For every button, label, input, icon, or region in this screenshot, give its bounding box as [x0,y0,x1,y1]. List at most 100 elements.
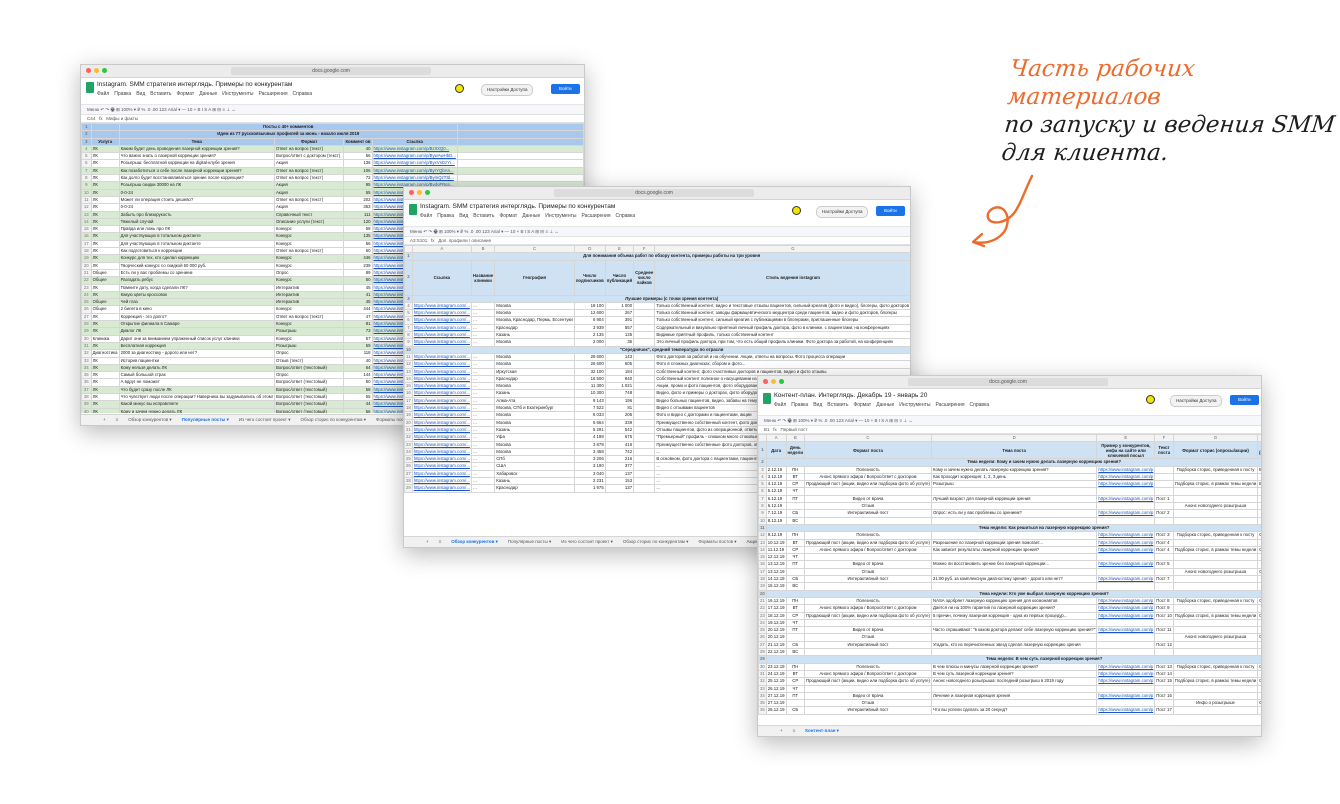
column-letter[interactable]: G [1172,434,1259,443]
post-link[interactable]: https://www.instagram.com/p/BywAwHbD... [371,152,458,161]
spreadsheet-window-content-plan[interactable]: docs.google.com Контент-план. Интерглядь… [757,375,1262,737]
add-sheet-icon[interactable]: + [103,415,106,425]
toolbar[interactable]: Меню ↶ ↷ 🖶 ⊞ 100% ▾ ₽ % .0 .00 123 Arial… [404,227,910,237]
sheet-tab[interactable]: Обзор конкурентов ▾ [451,537,498,547]
access-settings-button[interactable]: Настройки Доступа [481,84,534,96]
menu-item-2[interactable]: Вид [136,91,145,97]
plan-row[interactable]: 15 12.12.19 ЧТ [758,553,1261,562]
menu-item-4[interactable]: Формат [176,91,194,97]
plan-row[interactable]: 13 10.12.19 ВТ Продающий пост (акции, видео… [758,538,1261,547]
example-link[interactable]: https://www.instagram.com/p [1096,626,1156,635]
competitor-link[interactable]: https://www.instagram.com/... [411,462,472,471]
minimize-window-icon[interactable] [94,68,99,73]
login-button[interactable]: Войти [551,84,580,94]
example-link[interactable]: https://www.instagram.com/p [1096,691,1156,701]
plan-row[interactable]: 28 22.12.19 ВС [758,647,1261,657]
column-letter[interactable]: F [633,245,656,254]
example-link[interactable]: https://www.instagram.com/p [1096,706,1156,715]
add-sheet-icon[interactable]: + [780,726,783,736]
url-bar[interactable]: docs.google.com [908,378,1108,386]
competitor-link[interactable]: https://www.instagram.com/... [411,367,472,376]
post-link[interactable]: https://www.instagram.com/p/BymQzTSl... [371,174,458,183]
table-row[interactable]: 6 https://www.instagram.com/...… Москва, К… [404,316,910,325]
table-row[interactable]: 7 https://www.instagram.com/...… Краснодар… [404,323,910,333]
sheet-tab[interactable]: Обзор сторис по конкурентам ▾ [623,537,689,547]
plan-row[interactable]: 30 23.12.19 ПН Полезность В чем плюсы и мину… [758,662,1261,671]
example-link[interactable]: https://www.instagram.com/p [1096,560,1156,569]
menu-item-0[interactable]: Файл [420,213,432,219]
plan-row[interactable]: 5 4.12.19 СР Продающий пост (акции, видео и… [758,480,1261,489]
plan-row[interactable]: 12 9.12.19 ПН Полезность https://www.instagr… [758,531,1261,540]
example-link[interactable]: https://www.instagram.com/p [1096,596,1156,606]
plan-row[interactable]: 19 15.12.19 ВС [758,582,1261,591]
competitor-link[interactable]: https://www.instagram.com/... [411,323,472,333]
sheet-tab[interactable]: Из чего состоит проект ▾ [561,537,613,547]
sheet-grid[interactable]: ABCDEFGHI1ДатаДень неделиФормат постаТем… [758,434,1261,726]
column-letter[interactable]: G [654,245,910,254]
table-row[interactable]: 9 https://www.instagram.com/...… Москва 2 0… [404,338,910,347]
menu-item-8[interactable]: Справка [293,91,313,97]
column-letter[interactable]: D [573,245,606,254]
competitor-link[interactable]: https://www.instagram.com/... [411,374,472,384]
competitor-link[interactable]: https://www.instagram.com/... [411,418,472,427]
sheet-tab[interactable]: Популярные посты ▾ [182,415,229,425]
menu-item-1[interactable]: Правка [437,213,454,219]
competitor-link[interactable]: https://www.instagram.com/... [411,411,472,420]
user-avatar[interactable] [792,206,801,215]
example-link[interactable]: https://www.instagram.com/p [1096,465,1156,474]
column-letter[interactable]: E [1096,434,1156,443]
sheet-tab[interactable]: Форматы постов ▾ [698,537,736,547]
menu-item-2[interactable]: Вид [459,213,468,219]
example-link[interactable]: https://www.instagram.com/p [1096,604,1156,613]
competitor-link[interactable]: https://www.instagram.com/... [411,455,472,464]
example-link[interactable]: https://www.instagram.com/p [1096,509,1156,518]
column-letter[interactable]: C [494,245,575,254]
url-bar[interactable]: docs.google.com [231,67,431,75]
example-link[interactable]: https://www.instagram.com/p [1096,611,1156,620]
column-letter[interactable] [758,434,767,443]
menu-item-7[interactable]: Расширения [935,402,964,408]
competitor-link[interactable]: https://www.instagram.com/... [411,389,472,398]
competitor-link[interactable]: https://www.instagram.com/... [411,382,472,391]
competitor-link[interactable]: https://www.instagram.com/... [411,476,472,486]
table-row[interactable]: 5 ЛК Что важно знать о лазерной коррекции … [81,152,584,161]
menu-item-1[interactable]: Правка [114,91,131,97]
plan-row[interactable]: 9 7.12.19 СБ Интерактивный пост Опрос: есть … [758,509,1261,518]
column-letter[interactable]: F [1154,434,1174,443]
competitor-link[interactable]: https://www.instagram.com/... [411,433,472,442]
table-row[interactable]: 11 https://www.instagram.com/...… Москва 28… [404,352,910,362]
table-row[interactable]: 6 ЛК Розыгрыш: бесплатной коррекции на dig… [81,159,584,168]
menu-item-3[interactable]: Вставить [150,91,171,97]
plan-row[interactable]: 25 20.12.19 ПТ Видео от врача Часто спрашива… [758,626,1261,635]
menu-item-4[interactable]: Формат [499,213,517,219]
sheets-list-icon[interactable]: ≡ [439,537,442,547]
document-title[interactable]: Instagram. SMM стратегия интерглядь. При… [420,203,615,210]
post-link[interactable]: https://www.instagram.com/p/ByxVsDzYr... [371,159,458,168]
plan-row[interactable]: 16 13.12.19 ПТ Видео от врача Можно ли восст… [758,560,1261,569]
maximize-window-icon[interactable] [102,68,107,73]
plan-row[interactable]: 4 3.12.19 ВТ Анонс прямого эфира / Вопрос/о… [758,472,1261,482]
competitor-link[interactable]: https://www.instagram.com/... [411,469,472,479]
sheet-tab[interactable]: Из чего состоит проект ▾ [239,415,291,425]
table-row[interactable]: 4 https://www.instagram.com/...… Москва 18 … [404,301,910,311]
sheets-list-icon[interactable]: ≡ [793,726,796,736]
menu-item-0[interactable]: Файл [97,91,109,97]
toolbar[interactable]: Меню ↶ ↷ 🖶 ⊞ 100% ▾ ₽ % .0 .00 123 Arial… [81,105,584,115]
document-title[interactable]: Контент-план. Интерглядь. Декабрь 19 - я… [774,392,927,399]
menu-item-3[interactable]: Вставить [827,402,848,408]
table-row[interactable]: 8 ЛК Как долго будет восстанавливаться зре… [81,174,584,183]
menu-item-8[interactable]: Справка [970,402,990,408]
column-letter[interactable]: D [930,434,1098,443]
competitor-link[interactable]: https://www.instagram.com/... [411,484,472,493]
menu-item-0[interactable]: Файл [774,402,786,408]
sheets-list-icon[interactable]: ≡ [116,415,119,425]
column-letter[interactable]: A [765,434,787,443]
close-window-icon[interactable] [763,379,768,384]
plan-row[interactable]: 24 19.12.19 ЧТ [758,618,1261,628]
maximize-window-icon[interactable] [779,379,784,384]
table-row[interactable]: 7 ЛК Как позаботиться о себе после лазерно… [81,166,584,176]
menu-item-8[interactable]: Справка [616,213,636,219]
plan-row[interactable]: 3 2.12.19 ПН Полезность Кому и зачем нужно д… [758,465,1261,474]
competitor-link[interactable]: https://www.instagram.com/... [411,338,472,347]
minimize-window-icon[interactable] [771,379,776,384]
